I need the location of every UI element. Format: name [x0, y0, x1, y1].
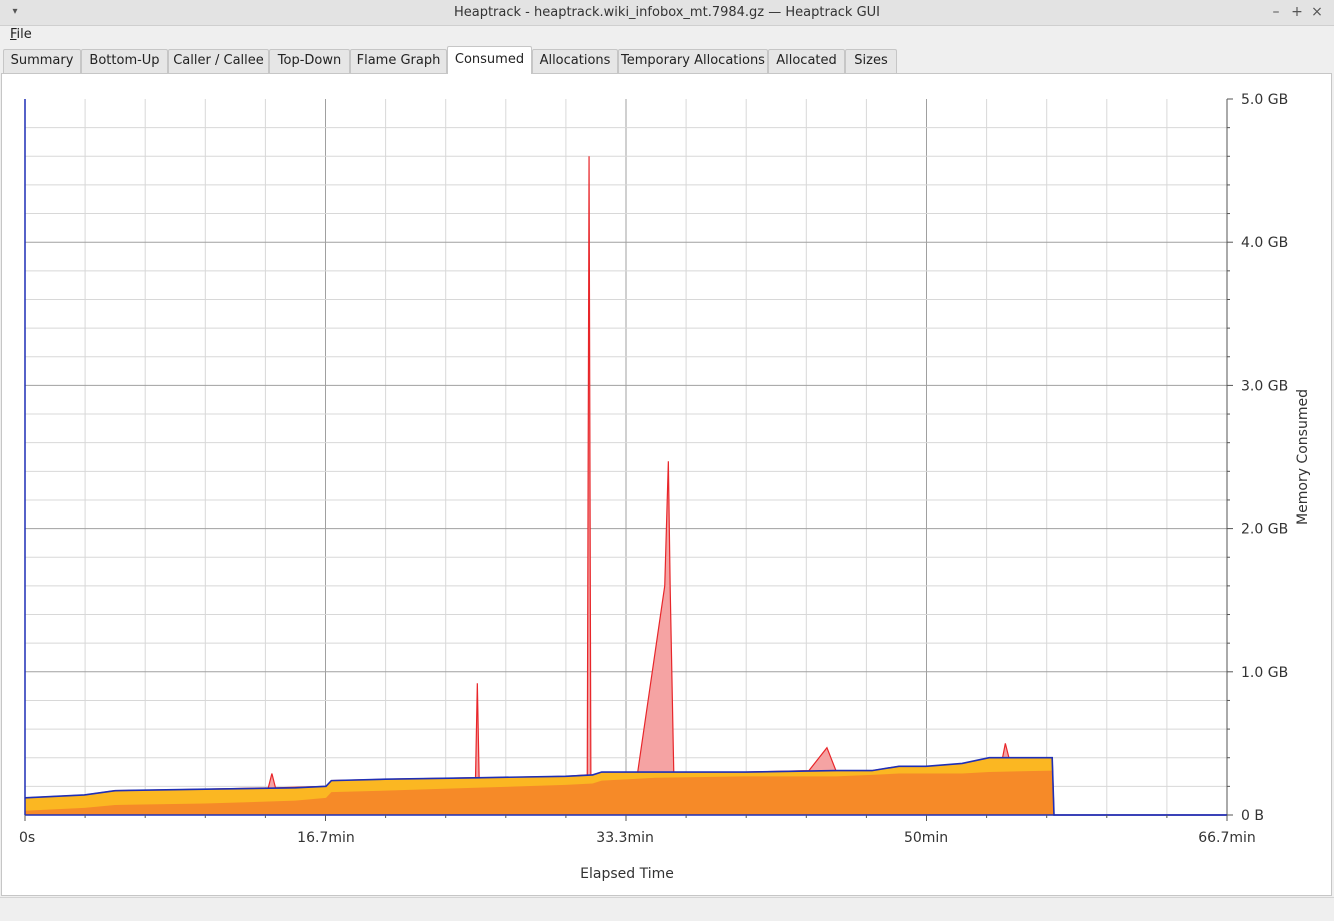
tab-temporary-allocations[interactable]: Temporary Allocations: [618, 49, 768, 73]
maximize-icon[interactable]: +: [1289, 4, 1305, 20]
tab-sizes[interactable]: Sizes: [845, 49, 897, 73]
y-tick-label: 4.0 GB: [1241, 235, 1288, 251]
x-tick-label: 66.7min: [1198, 830, 1256, 846]
menubar: File: [0, 26, 1334, 46]
x-tick-label: 33.3min: [596, 830, 654, 846]
x-axis-label: Elapsed Time: [580, 866, 674, 882]
y-tick-label: 1.0 GB: [1241, 665, 1288, 681]
consumed-chart-panel: 0 B 1.0 GB 2.0 GB 3.0 GB 4.0 GB 5.0 GB 0s 16.7m…: [1, 73, 1332, 896]
tab-top-down[interactable]: Top-Down: [269, 49, 350, 73]
tab-bottom-up[interactable]: Bottom-Up: [81, 49, 168, 73]
tab-allocations[interactable]: Allocations: [532, 49, 618, 73]
tab-summary[interactable]: Summary: [3, 49, 81, 73]
close-icon[interactable]: ×: [1309, 4, 1325, 20]
tab-bar: Summary Bottom-Up Caller / Callee Top-Do…: [0, 46, 1334, 74]
y-axis-label: Memory Consumed: [1295, 389, 1311, 525]
y-tick-label: 0 B: [1241, 808, 1264, 824]
status-bar: [0, 897, 1334, 921]
y-tick-label: 2.0 GB: [1241, 522, 1288, 538]
x-tick-label: 16.7min: [297, 830, 355, 846]
tab-flame-graph[interactable]: Flame Graph: [350, 49, 447, 73]
minimize-icon[interactable]: –: [1268, 4, 1284, 20]
menu-file-label: ile: [16, 27, 32, 42]
consumed-chart[interactable]: 0 B 1.0 GB 2.0 GB 3.0 GB 4.0 GB 5.0 GB 0s 16.7m…: [2, 74, 1331, 895]
tab-caller-callee[interactable]: Caller / Callee: [168, 49, 269, 73]
chart-grid: [25, 99, 1227, 815]
tab-consumed[interactable]: Consumed: [447, 46, 532, 74]
x-tick-label: 50min: [904, 830, 948, 846]
x-tick-label: 0s: [19, 830, 35, 846]
y-tick-label: 5.0 GB: [1241, 92, 1288, 108]
y-tick-label: 3.0 GB: [1241, 378, 1288, 394]
window-title: Heaptrack - heaptrack.wiki_infobox_mt.79…: [453, 5, 881, 20]
menu-file[interactable]: File: [10, 27, 32, 42]
tab-allocated[interactable]: Allocated: [768, 49, 845, 73]
window-titlebar: ▾ Heaptrack - heaptrack.wiki_infobox_mt.…: [0, 0, 1334, 26]
